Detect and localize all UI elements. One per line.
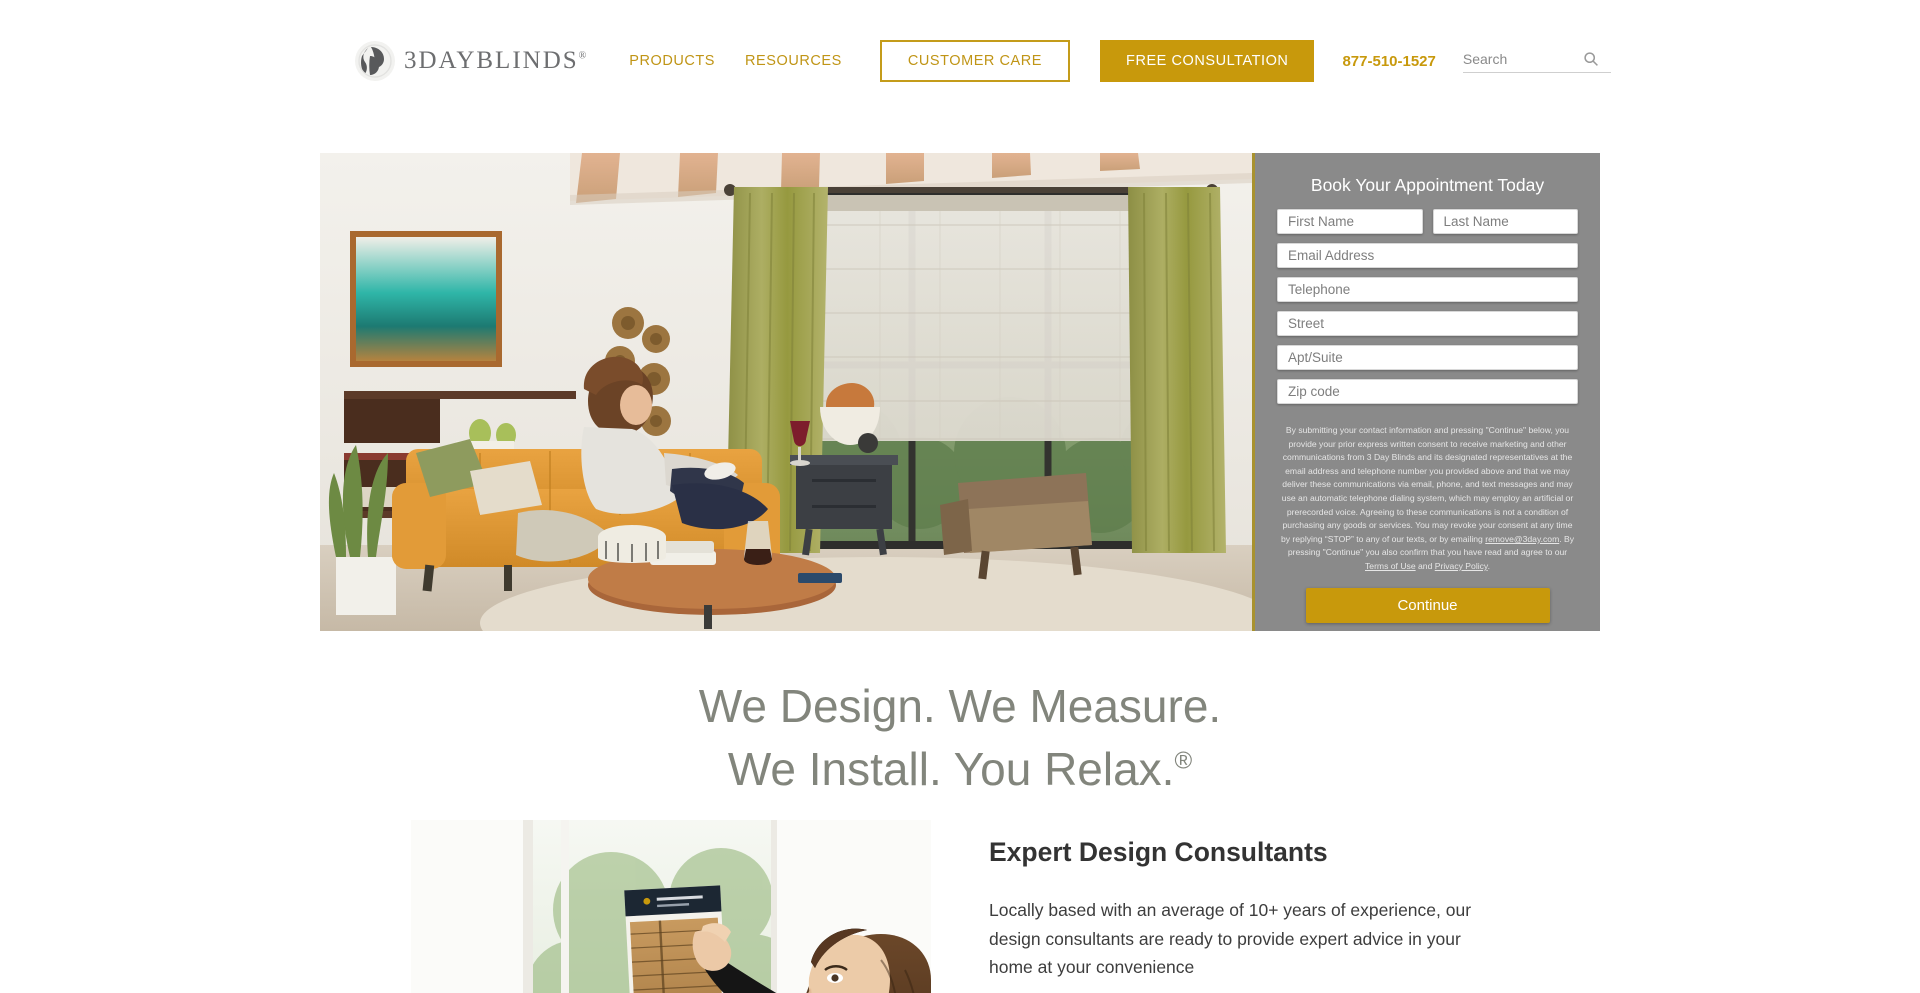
disclaimer-part-1: By submitting your contact information a… — [1280, 425, 1574, 544]
name-field-row — [1277, 209, 1578, 234]
appointment-form-panel: Book Your Appointment Today By submittin… — [1252, 153, 1600, 631]
hero-living-room-photo — [320, 153, 1252, 631]
header-inner: 3DAYBLINDS® PRODUCTS RESOURCES CUSTOMER … — [355, 40, 1611, 82]
tagline-line-2: We Install. You Relax. — [727, 743, 1175, 795]
tagline-line-1: We Design. We Measure. — [698, 680, 1222, 732]
telephone-input[interactable] — [1277, 277, 1578, 302]
feature-title: Expert Design Consultants — [989, 837, 1328, 867]
nav-item-resources[interactable]: RESOURCES — [745, 49, 842, 73]
feature-text-block: Expert Design Consultants Locally based … — [989, 820, 1509, 993]
brand-tagline: We Design. We Measure. We Install. You R… — [0, 675, 1920, 801]
street-input[interactable] — [1277, 311, 1578, 336]
hero-section: Book Your Appointment Today By submittin… — [320, 153, 1600, 631]
site-logo[interactable]: 3DAYBLINDS® — [355, 41, 586, 81]
apt-suite-input[interactable] — [1277, 345, 1578, 370]
disclaimer-part-3: . — [1487, 560, 1490, 571]
email-input[interactable] — [1277, 243, 1578, 268]
site-header: 3DAYBLINDS® PRODUCTS RESOURCES CUSTOMER … — [0, 0, 1920, 118]
continue-button[interactable]: Continue — [1305, 587, 1550, 623]
tagline-line-2-wrap: We Install. You Relax.® — [0, 738, 1920, 801]
free-consultation-button[interactable]: FREE CONSULTATION — [1100, 40, 1315, 82]
logo-registered-mark: ® — [578, 50, 587, 62]
logo-wordmark: 3DAYBLINDS® — [404, 47, 587, 74]
customer-care-button[interactable]: CUSTOMER CARE — [879, 40, 1071, 82]
phone-number-link[interactable]: 877-510-1527 — [1342, 53, 1435, 70]
disclaimer-conjunction: and — [1415, 560, 1435, 571]
primary-nav: PRODUCTS RESOURCES — [629, 49, 842, 73]
privacy-policy-link[interactable]: Privacy Policy — [1435, 561, 1488, 571]
last-name-input[interactable] — [1432, 209, 1578, 234]
search-box — [1462, 49, 1611, 73]
tagline-registered-mark: ® — [1174, 747, 1193, 775]
consent-disclaimer: By submitting your contact information a… — [1279, 424, 1576, 574]
remove-email-link[interactable]: remove@3day.com — [1485, 534, 1559, 544]
nav-item-products[interactable]: PRODUCTS — [629, 49, 715, 73]
page-root: 3DAYBLINDS® PRODUCTS RESOURCES CUSTOMER … — [0, 0, 1920, 993]
zip-code-input[interactable] — [1277, 379, 1578, 404]
feature-section: Expert Design Consultants Locally based … — [0, 820, 1920, 993]
search-input[interactable] — [1462, 49, 1583, 69]
first-name-input[interactable] — [1277, 209, 1423, 234]
terms-of-use-link[interactable]: Terms of Use — [1365, 561, 1416, 571]
3db-monogram-icon — [355, 41, 395, 81]
form-title: Book Your Appointment Today — [1310, 175, 1545, 195]
feature-body: Locally based with an average of 10+ yea… — [989, 900, 1472, 977]
consultant-samples-photo — [411, 820, 931, 993]
search-icon[interactable] — [1583, 51, 1599, 67]
